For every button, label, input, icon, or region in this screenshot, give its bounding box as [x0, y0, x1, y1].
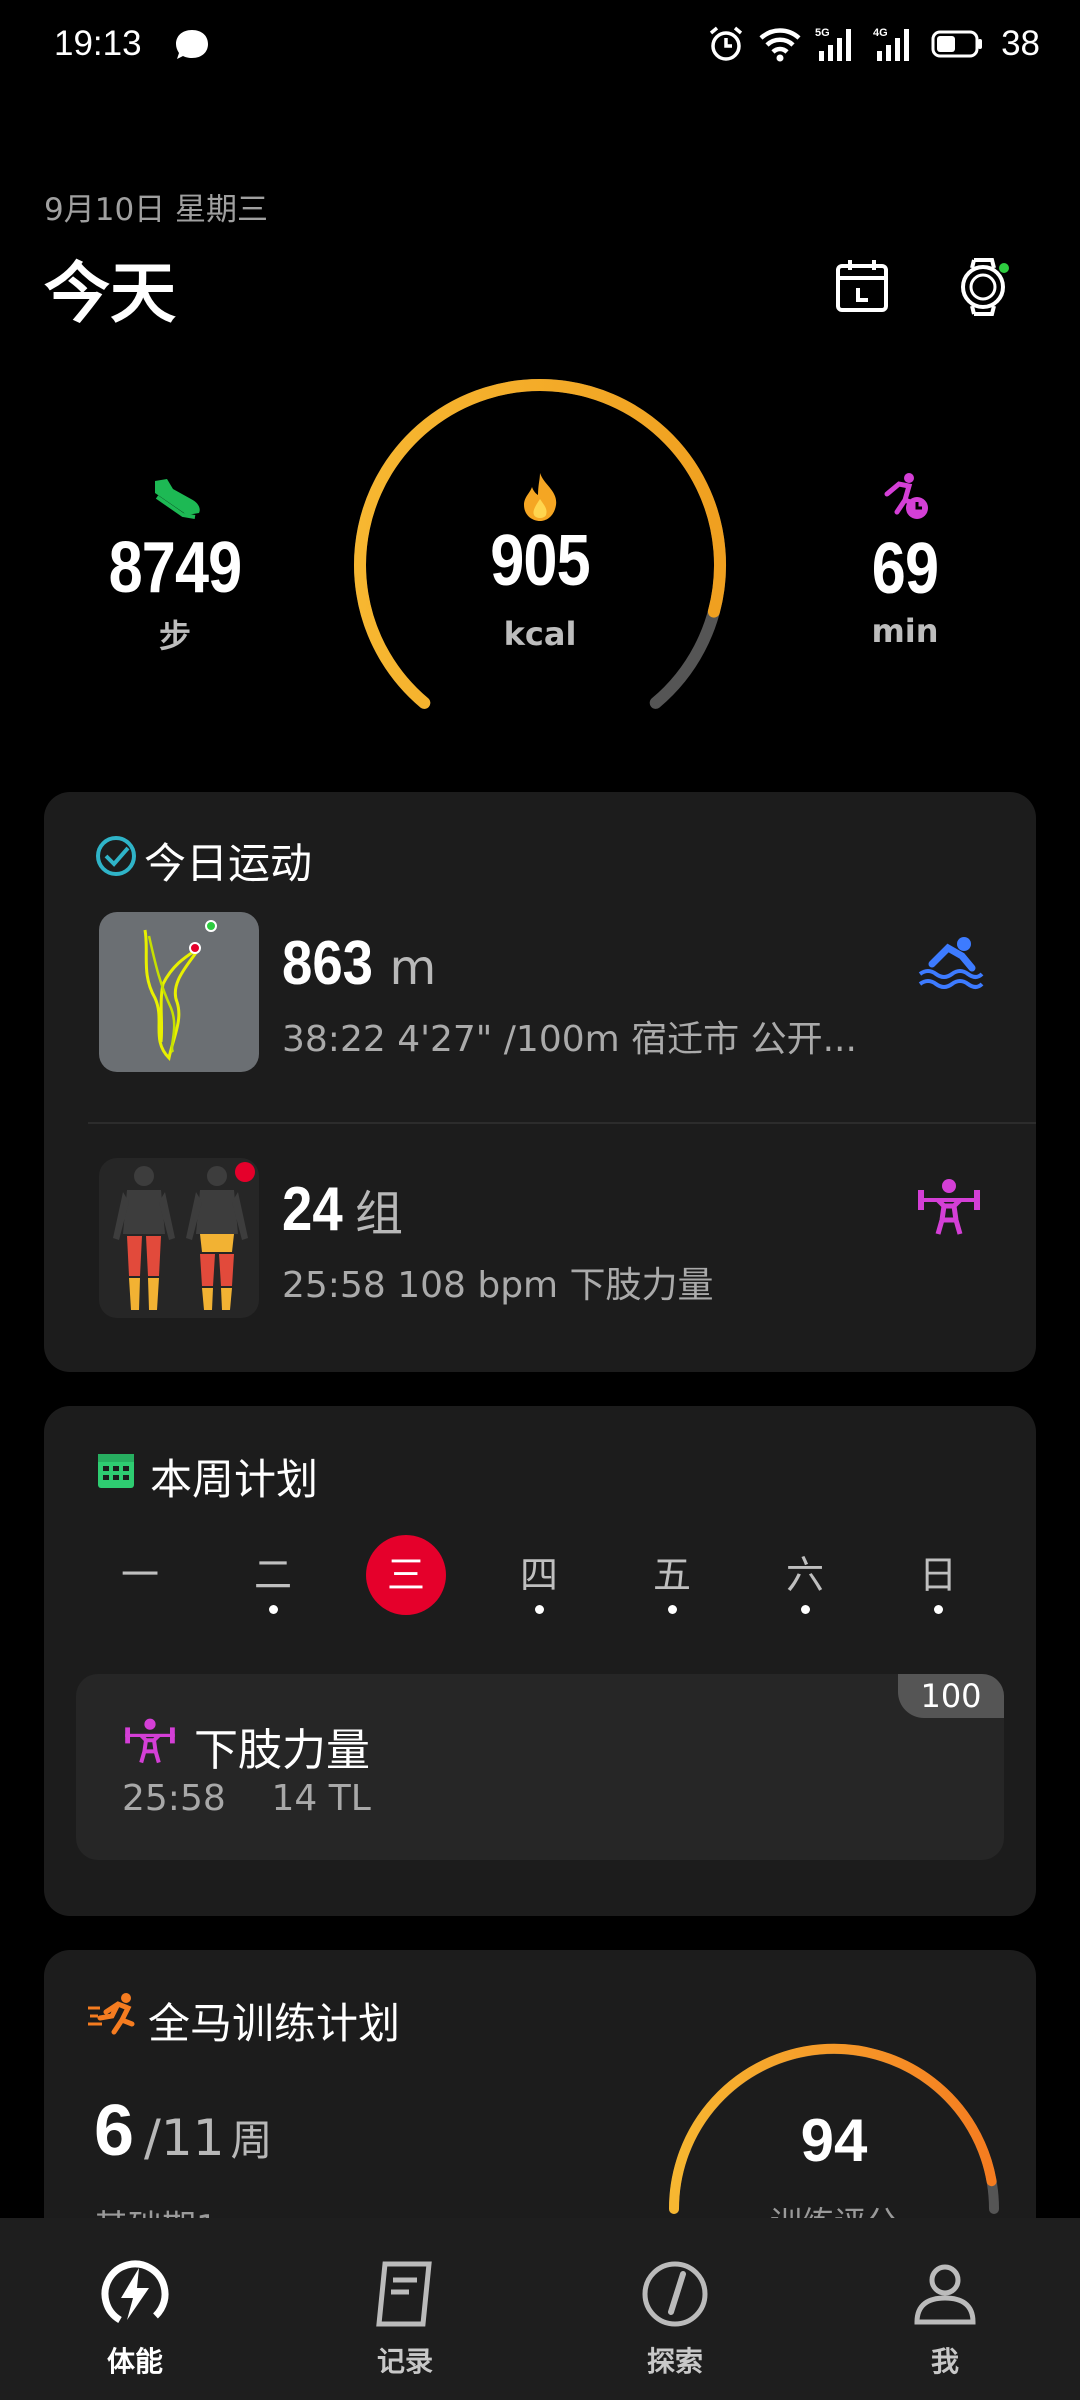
- day-label: 四: [519, 1553, 558, 1597]
- net1-label: 5G: [815, 27, 830, 39]
- plan-item[interactable]: 100 下肢力量 25:58 14 TL: [76, 1674, 1004, 1860]
- status-time: 19:13: [54, 24, 142, 63]
- swim-details: 38:22 4'27" /100m 宿迁市 公开...: [282, 1019, 857, 1060]
- plan-details: 25:58 14 TL: [122, 1778, 371, 1819]
- battery-level: 38: [1001, 24, 1040, 63]
- day-thu[interactable]: 四: [499, 1535, 579, 1615]
- plan-badge: 100: [898, 1674, 1004, 1718]
- tab-label: 探索: [646, 2345, 703, 2378]
- active-minutes-unit: min: [871, 612, 939, 650]
- marathon-week-progress: 6/11 周: [94, 2090, 273, 2172]
- active-minutes-value: 69: [871, 529, 939, 609]
- day-label: 一: [120, 1553, 159, 1597]
- page-title: 今天: [44, 255, 176, 332]
- wifi-icon: [759, 28, 801, 62]
- plan-dot: [934, 1605, 943, 1614]
- watch-icon[interactable]: [954, 256, 1016, 318]
- calories-value: 905: [490, 521, 590, 601]
- running-icon: [88, 1993, 135, 2035]
- strength-sets-value: 24: [282, 1175, 343, 1244]
- tab-records[interactable]: 记录: [335, 2258, 475, 2380]
- day-wed-selected[interactable]: 三: [366, 1535, 446, 1615]
- bolt-icon: [101, 2260, 169, 2328]
- muscle-map: [99, 1158, 259, 1318]
- day-fri[interactable]: 五: [632, 1535, 712, 1615]
- signal-4g-icon: 4G: [873, 27, 910, 61]
- today-activities-title: 今日运动: [144, 839, 313, 888]
- fire-icon: [524, 473, 557, 521]
- day-label: 五: [652, 1553, 691, 1597]
- activity-row-strength[interactable]: 24 组 25:58 108 bpm 下肢力量: [44, 1158, 1036, 1378]
- calories-unit: kcal: [503, 615, 577, 653]
- steps-value: 8749: [108, 528, 243, 608]
- battery-icon: [931, 30, 983, 58]
- tab-label: 我: [930, 2345, 959, 2378]
- day-label: 日: [918, 1553, 957, 1597]
- profile-icon: [914, 2264, 976, 2325]
- status-bar: 19:13 5G 4G 38: [0, 0, 1080, 90]
- strength-details: 25:58 108 bpm 下肢力量: [282, 1265, 714, 1306]
- today-activities-card: 今日运动 863 m 38:22 4'27" /100m 宿迁市 公开... 2…: [44, 792, 1036, 1372]
- bottom-tab-bar: 体能 记录 探索 我: [0, 2218, 1080, 2400]
- notebook-icon: [376, 2261, 432, 2327]
- activity-row-swim[interactable]: 863 m 38:22 4'27" /100m 宿迁市 公开...: [44, 912, 1036, 1132]
- swim-distance-unit: m: [389, 940, 437, 996]
- marathon-plan-card[interactable]: 全马训练计划 6/11周 基础期1 94 训练评分: [44, 1950, 1036, 2250]
- week-day-selector: 一 二 三 四 五 六 日: [88, 1535, 988, 1615]
- week-total: /11: [144, 2109, 225, 2167]
- tab-explore[interactable]: 探索: [605, 2258, 745, 2380]
- weightlifting-icon: [918, 1179, 980, 1235]
- day-tue[interactable]: 二: [233, 1535, 313, 1615]
- calendar-icon[interactable]: [832, 256, 892, 316]
- day-label: 三: [386, 1553, 425, 1597]
- day-sat[interactable]: 六: [765, 1535, 845, 1615]
- plan-dot: [668, 1605, 677, 1614]
- tab-me[interactable]: 我: [875, 2258, 1015, 2380]
- tab-fitness[interactable]: 体能: [65, 2258, 205, 2380]
- swim-icon: [918, 937, 984, 989]
- check-circle-icon: [96, 836, 136, 876]
- signal-5g-icon: 5G: [815, 27, 852, 61]
- swim-distance-value: 863: [282, 929, 374, 998]
- week-unit: 周: [230, 2116, 273, 2165]
- tab-label: 体能: [106, 2345, 163, 2378]
- activity-divider: [88, 1122, 1036, 1124]
- active-minutes-stat[interactable]: 69 min: [830, 472, 980, 650]
- strength-sets-unit: 组: [354, 1186, 403, 1242]
- running-timer-icon: [884, 473, 928, 519]
- weekly-plan-title: 本周计划: [150, 1455, 319, 1504]
- day-label: 六: [785, 1553, 824, 1597]
- tab-label: 记录: [376, 2345, 433, 2378]
- plan-dot: [269, 1605, 278, 1614]
- week-current: 6: [94, 2091, 135, 2171]
- net2-label: 4G: [873, 27, 888, 39]
- alarm-icon: [709, 26, 743, 61]
- calorie-ring[interactable]: 905 kcal: [350, 375, 730, 715]
- message-bubble-icon: [176, 30, 208, 59]
- date-label: 9月10日 星期三: [44, 192, 269, 228]
- steps-unit: 步: [158, 617, 191, 655]
- shoe-icon: [155, 479, 200, 519]
- status-icons: 5G 4G 38: [707, 22, 1040, 66]
- training-score: 94: [800, 2107, 868, 2174]
- swim-route-map: [99, 912, 259, 1072]
- compass-icon: [642, 2261, 708, 2327]
- day-sun[interactable]: 日: [898, 1535, 978, 1615]
- weightlifting-icon: [125, 1718, 175, 1764]
- plan-dot: [801, 1605, 810, 1614]
- plan-dot: [535, 1605, 544, 1614]
- day-mon[interactable]: 一: [100, 1535, 180, 1615]
- day-label: 二: [253, 1553, 292, 1597]
- swim-distance: 863 m: [282, 928, 436, 999]
- marathon-plan-title: 全马训练计划: [148, 1999, 401, 2048]
- calendar-grid-icon: [98, 1454, 134, 1488]
- steps-stat[interactable]: 8749 步: [90, 475, 260, 657]
- strength-sets: 24 组: [282, 1174, 403, 1245]
- plan-name: 下肢力量: [194, 1725, 370, 1776]
